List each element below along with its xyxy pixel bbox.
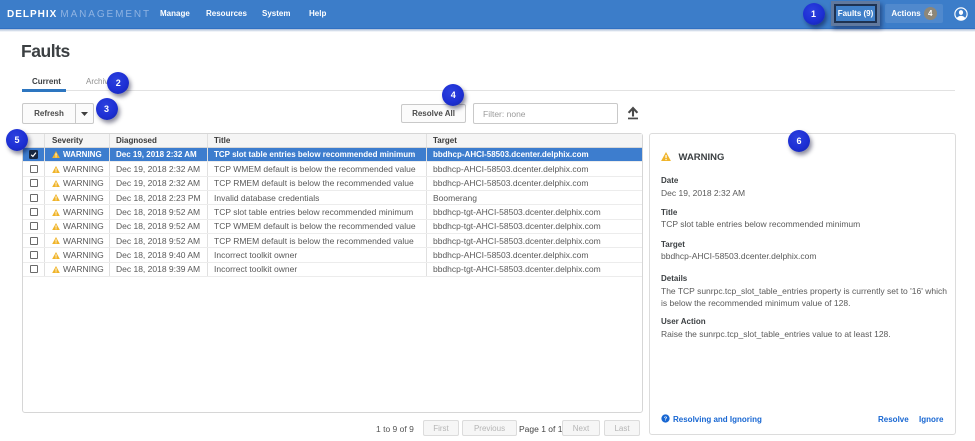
svg-text:?: ? <box>664 416 668 422</box>
